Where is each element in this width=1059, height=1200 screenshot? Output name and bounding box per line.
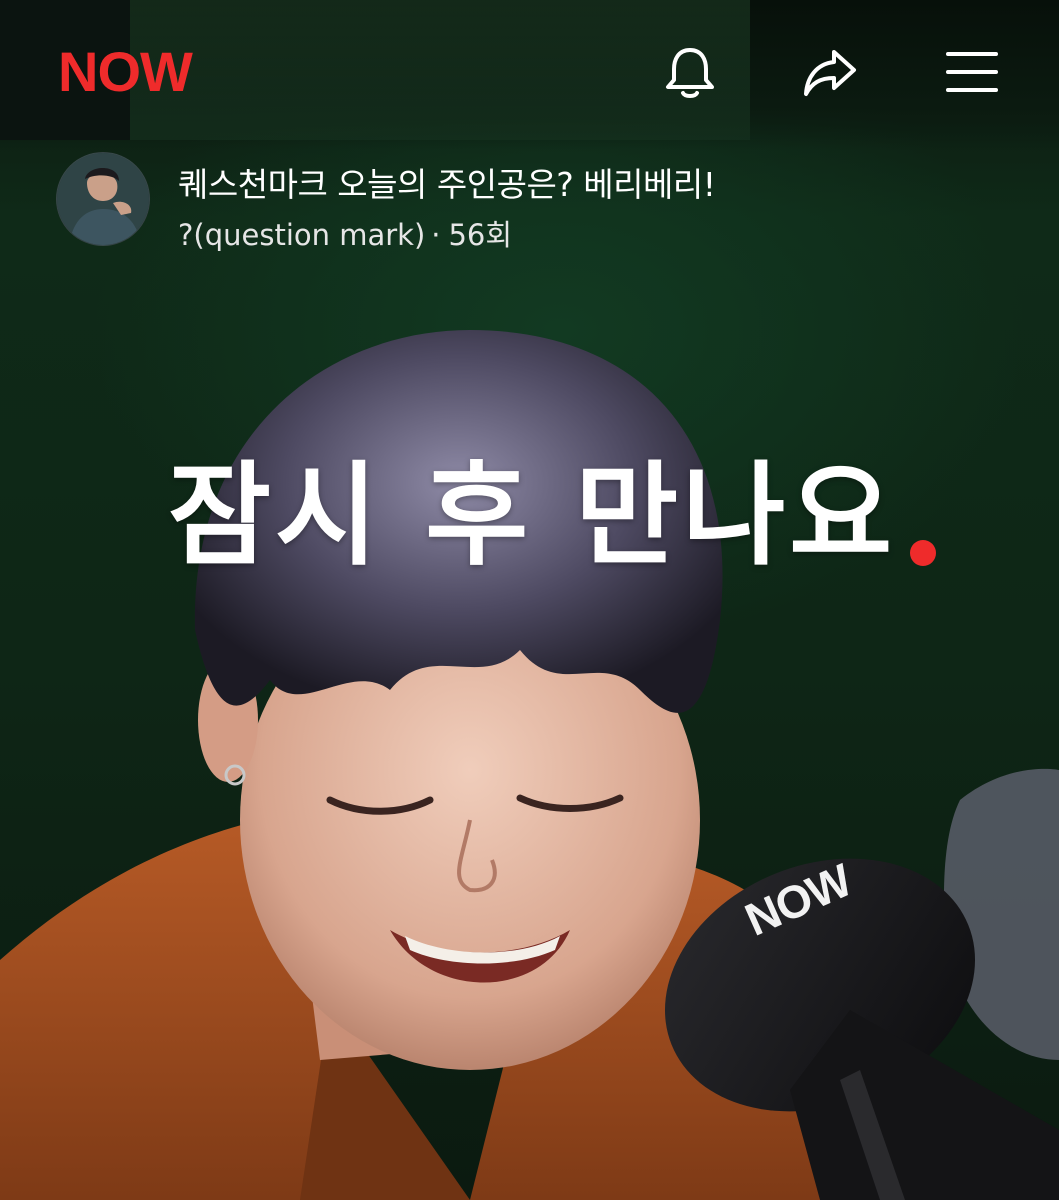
show-info[interactable]: 퀘스천마크 오늘의 주인공은? 베리베리! ?(question mark) · 5… bbox=[56, 152, 1016, 252]
video-overlay-caption: 잠시 후 만나요 bbox=[168, 451, 897, 581]
menu-icon[interactable] bbox=[940, 40, 1004, 104]
avatar-portrait-icon bbox=[57, 153, 149, 245]
now-logo[interactable]: NOW bbox=[58, 44, 193, 100]
video-screen[interactable]: NOW 퀘스천마크 오늘의 주인공은? 베리베리! ?(question mar… bbox=[0, 0, 1059, 1200]
episode-title: 퀘스천마크 오늘의 주인공은? 베리베리! bbox=[178, 165, 716, 204]
episode-number: 56회 bbox=[448, 218, 513, 252]
host-avatar[interactable] bbox=[56, 152, 150, 246]
app-header: NOW bbox=[0, 0, 1059, 150]
share-icon[interactable] bbox=[798, 40, 862, 104]
host-name[interactable]: ?(question mark) bbox=[178, 218, 425, 252]
episode-meta: ?(question mark) · 56회 bbox=[178, 212, 512, 254]
bell-icon[interactable] bbox=[658, 40, 722, 104]
caption-red-dot bbox=[910, 540, 936, 566]
meta-separator: · bbox=[431, 218, 441, 252]
